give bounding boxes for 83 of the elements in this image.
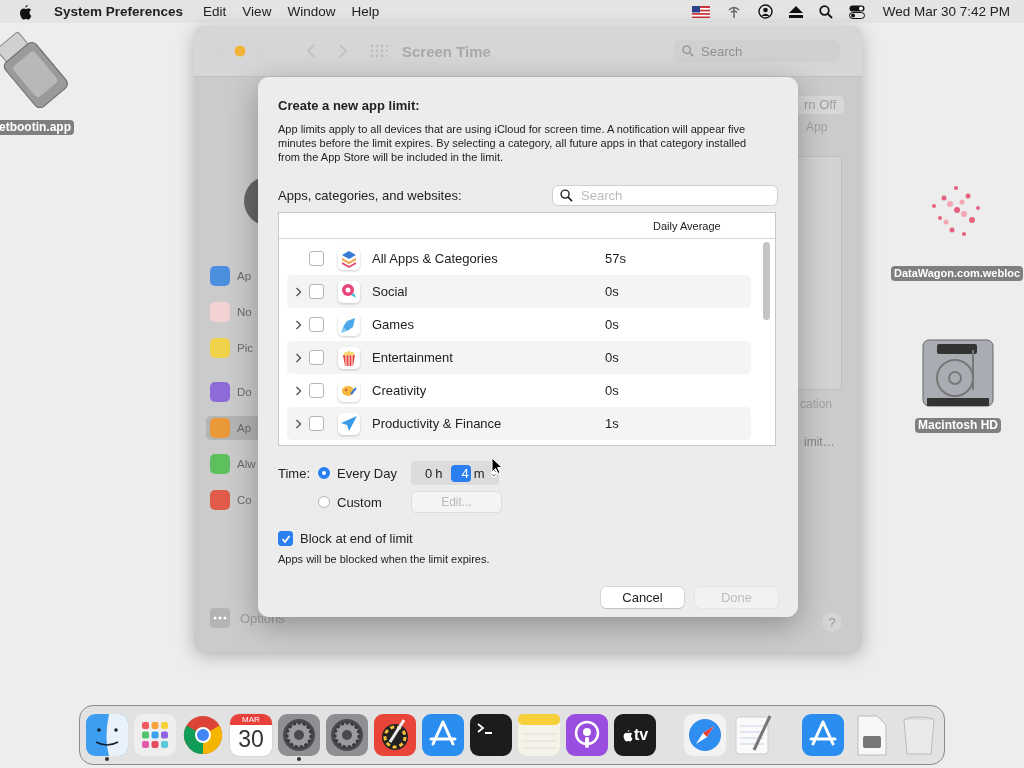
radio-option[interactable]: Custom xyxy=(318,494,411,510)
app-store-icon[interactable] xyxy=(802,714,844,756)
launchpad-icon[interactable] xyxy=(134,714,176,756)
time-label: Time: xyxy=(278,465,312,481)
cancel-button[interactable]: Cancel xyxy=(601,587,684,608)
gear-icon[interactable] xyxy=(326,714,368,756)
desktop-icon-label[interactable]: Macintosh HD xyxy=(915,418,1001,433)
category-row[interactable]: Games 0s xyxy=(287,308,751,341)
app-store-icon[interactable] xyxy=(422,714,464,756)
hint-text: Apps will be blocked when the limit expires. xyxy=(278,553,491,565)
running-indicator xyxy=(297,757,301,761)
mouse-cursor-icon xyxy=(491,457,503,475)
menu-item[interactable]: View xyxy=(242,4,272,19)
control-center-icon[interactable] xyxy=(848,4,865,19)
checkbox[interactable] xyxy=(309,350,324,365)
category-name: Social xyxy=(372,284,409,299)
desktop-icon-label[interactable]: DataWagon.com.webloc xyxy=(890,266,1024,281)
desktop-icon-label[interactable]: etbootin.app xyxy=(0,120,74,135)
popcorn-icon xyxy=(338,346,360,369)
daily-average: 1s xyxy=(605,416,619,431)
apple-icon[interactable] xyxy=(18,3,32,20)
radio-button[interactable] xyxy=(318,496,330,508)
category-name: Games xyxy=(372,317,415,332)
category-name: Entertainment xyxy=(372,350,454,365)
color-picker-icon[interactable] xyxy=(374,714,416,756)
radio-option[interactable]: Every Day xyxy=(318,465,411,481)
chevron-icon[interactable] xyxy=(294,319,302,330)
chevron-icon[interactable] xyxy=(294,286,302,297)
text-editor-icon[interactable] xyxy=(732,714,774,756)
column-header[interactable]: Daily Average xyxy=(653,219,721,232)
list-label: Apps, categories, and websites: xyxy=(278,188,462,203)
gear-icon[interactable] xyxy=(278,714,320,756)
user-icon[interactable] xyxy=(757,4,773,19)
checkbox[interactable] xyxy=(309,383,324,398)
eject-icon[interactable] xyxy=(788,5,803,18)
paper-plane-icon xyxy=(338,412,360,435)
terminal-icon[interactable] xyxy=(470,714,512,756)
chat-bubble-icon xyxy=(338,280,360,303)
calendar-icon[interactable]: MAR 30 xyxy=(230,714,272,756)
compass-icon[interactable] xyxy=(684,714,726,756)
category-row[interactable]: Productivity & Finance 1s xyxy=(287,407,751,440)
more-icon xyxy=(210,608,230,628)
category-name: Productivity & Finance xyxy=(372,416,503,431)
search-field[interactable]: Search xyxy=(552,185,778,206)
dialog-title: Create a new app limit: xyxy=(278,98,421,113)
checkbox[interactable] xyxy=(309,416,324,431)
flag-icon[interactable] xyxy=(691,5,710,18)
category-row[interactable]: Social 0s xyxy=(287,275,751,308)
edit-limit-text: imit… xyxy=(804,435,835,449)
checkbox[interactable] xyxy=(309,251,324,266)
checkbox[interactable] xyxy=(309,284,324,299)
daily-average: 0s xyxy=(605,284,619,299)
browser-icon[interactable] xyxy=(182,714,224,756)
menu-item[interactable]: Edit xyxy=(203,4,227,19)
chevron-icon[interactable] xyxy=(294,352,302,363)
radio-button[interactable] xyxy=(318,467,330,479)
checkbox[interactable] xyxy=(309,317,324,332)
menu-item[interactable]: Help xyxy=(351,4,380,19)
category-row[interactable]: All Apps & Categories 57s xyxy=(287,242,751,275)
menu-clock[interactable]: Wed Mar 30 7:42 PM xyxy=(882,4,1010,19)
daily-average: 0s xyxy=(605,350,619,365)
daily-average: 0s xyxy=(605,383,619,398)
chevron-icon[interactable] xyxy=(294,385,302,396)
search-icon[interactable] xyxy=(818,4,833,19)
daily-average: 57s xyxy=(605,251,626,266)
category-name: Creativity xyxy=(372,383,428,398)
running-indicator xyxy=(105,757,109,761)
menu-item[interactable]: Window xyxy=(287,4,336,19)
finder-icon[interactable] xyxy=(86,714,128,756)
menu-app-name[interactable]: System Preferences xyxy=(54,4,184,19)
podcast-icon[interactable] xyxy=(566,714,608,756)
category-row[interactable]: Creativity 0s xyxy=(287,374,751,407)
dialog-description: App limits apply to all devices that are using iCloud for screen time. A notification will appear five minutes before the limit expires. By selecting a category, all future apps in that category installed from the App Store will be included in the limit. xyxy=(278,122,748,164)
chevron-icon[interactable] xyxy=(294,418,302,429)
checkbox-label[interactable]: Block at end of limit xyxy=(300,531,413,546)
time-stepper[interactable]: 0 h 4 m xyxy=(411,461,499,485)
tv-app-icon[interactable]: tv xyxy=(614,714,656,756)
daily-average: 0s xyxy=(605,317,619,332)
checkbox[interactable] xyxy=(278,531,293,546)
search-icon xyxy=(682,45,694,57)
category-row[interactable]: Entertainment 0s xyxy=(287,341,751,374)
category-name: All Apps & Categories xyxy=(372,251,499,266)
search-icon xyxy=(560,189,573,202)
